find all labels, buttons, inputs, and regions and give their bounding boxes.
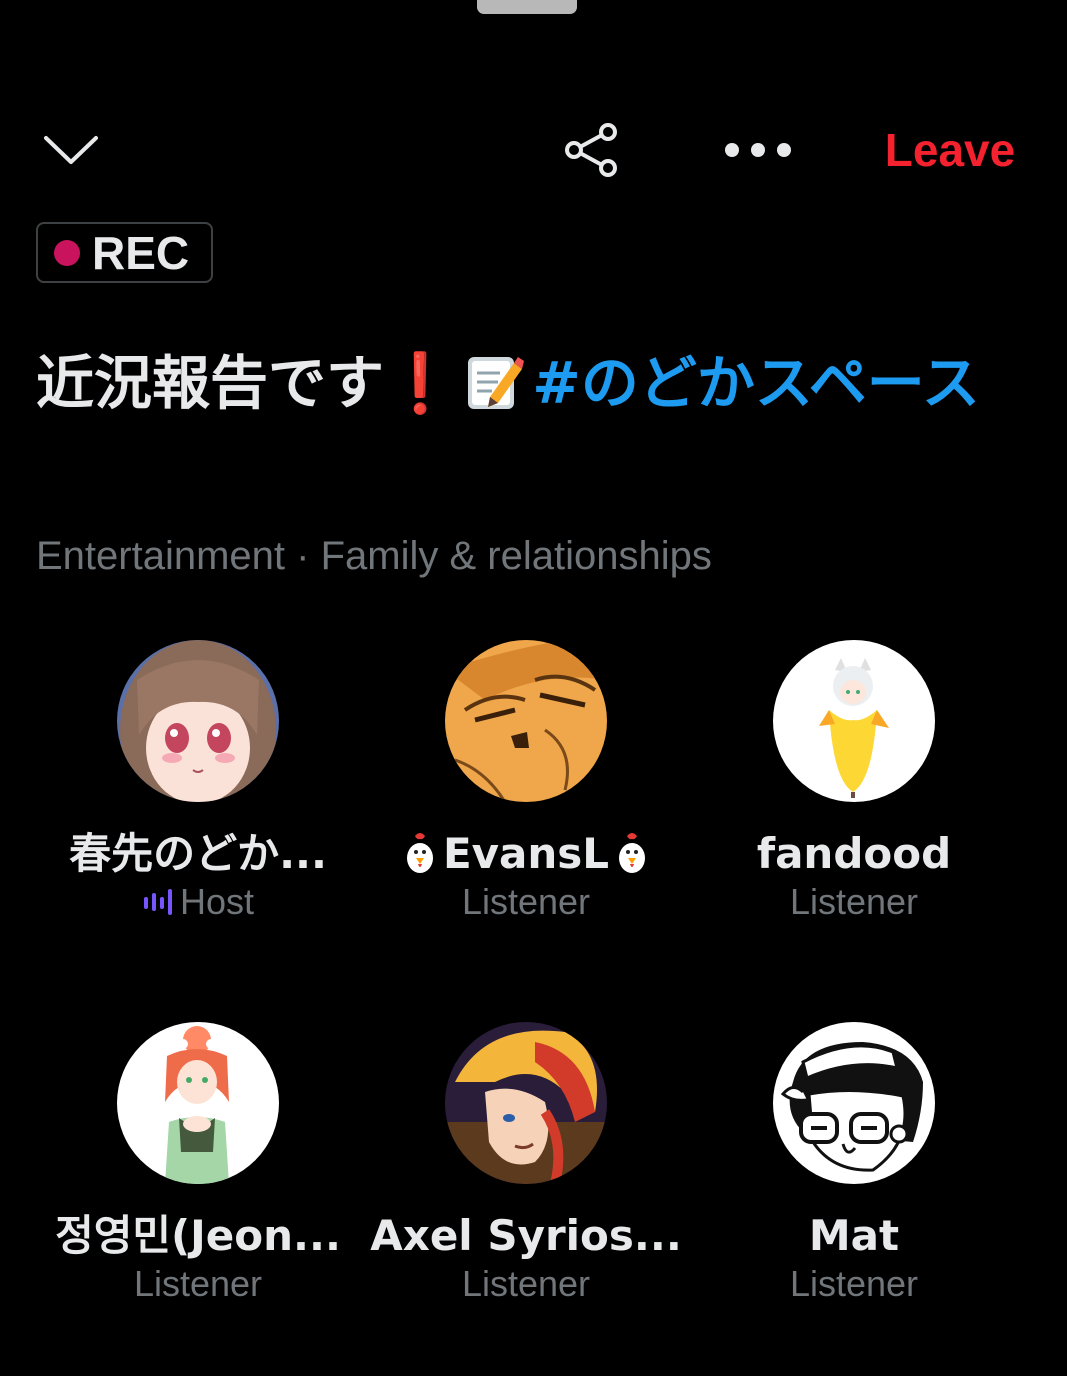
participant-name-label: EvansL: [442, 829, 610, 878]
collapse-button[interactable]: [40, 128, 102, 172]
participant-role-label: Host: [179, 881, 255, 922]
top-bar: Leave: [0, 110, 1067, 190]
avatar[interactable]: [445, 640, 607, 802]
manga-face-avatar-icon: [445, 640, 607, 802]
speaking-wave-icon: [143, 889, 172, 915]
recording-dot-icon: [54, 239, 80, 266]
chicken-emoji-icon: [406, 833, 433, 873]
title-text: 近況報告です: [36, 349, 385, 417]
recording-label: REC: [92, 226, 190, 279]
participant-role: Listener: [461, 881, 591, 922]
participant-name: Axel Syrios...: [370, 1211, 682, 1260]
participant-role: Listener: [461, 1263, 591, 1304]
exclamation-emoji-icon: ❗: [384, 349, 457, 417]
more-options-button[interactable]: [718, 130, 798, 170]
hashtag-link[interactable]: #のどかスペース: [532, 349, 980, 417]
more-icon: [725, 143, 791, 157]
avatar[interactable]: [773, 640, 935, 802]
anime-girl-avatar-icon: [117, 640, 279, 802]
leave-button[interactable]: Leave: [870, 120, 1030, 180]
participant-card[interactable]: EvansL Listener: [362, 640, 690, 924]
sheet-grab-handle[interactable]: [477, 0, 577, 14]
chevron-down-icon: [44, 136, 98, 164]
participant-card[interactable]: 春先のどか... Host: [34, 640, 362, 924]
banana-girl-avatar-icon: [773, 640, 935, 802]
space-title: 近況報告です❗ #のどかスペース: [36, 336, 1026, 430]
share-icon: [565, 123, 617, 177]
participant-card[interactable]: Mat Listener: [690, 1022, 1018, 1306]
participant-name: 정영민(Jeon...: [55, 1211, 341, 1260]
participant-card[interactable]: Axel Syrios... Listener: [362, 1022, 690, 1306]
recording-badge: REC: [36, 222, 213, 283]
participant-role: Host: [34, 880, 362, 924]
participant-name: fandood: [756, 829, 952, 878]
avatar[interactable]: [117, 640, 279, 802]
participant-name: Mat: [808, 1211, 900, 1260]
participant-role: Listener: [789, 881, 919, 922]
participant-role: Listener: [789, 1263, 919, 1304]
chicken-emoji-icon: [619, 833, 646, 873]
avatar[interactable]: [773, 1022, 935, 1184]
doodle-face-avatar-icon: [773, 1022, 935, 1184]
participant-card[interactable]: fandood Listener: [690, 640, 1018, 924]
participant-role: Listener: [133, 1263, 263, 1304]
share-button[interactable]: [560, 122, 624, 178]
avatar[interactable]: [445, 1022, 607, 1184]
redhead-girl-avatar-icon: [117, 1022, 279, 1184]
space-topics: Entertainment · Family & relationships: [36, 534, 712, 578]
participant-card[interactable]: 정영민(Jeon... Listener: [34, 1022, 362, 1306]
avatar[interactable]: [117, 1022, 279, 1184]
memo-emoji-icon: [468, 357, 525, 409]
red-hair-character-avatar-icon: [445, 1022, 607, 1184]
participant-name: EvansL: [362, 828, 690, 880]
participant-name: 春先のどか...: [69, 829, 327, 878]
